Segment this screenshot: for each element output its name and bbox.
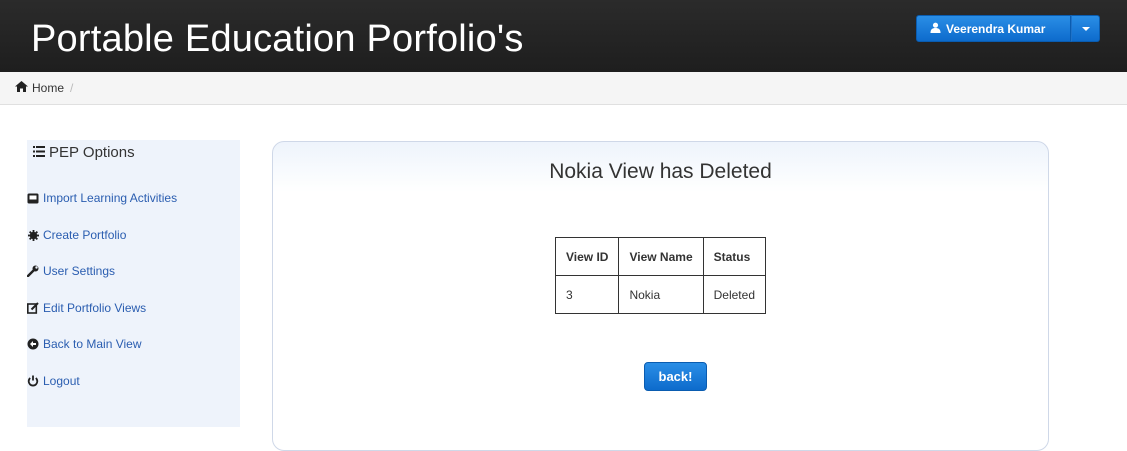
table-header-row: View ID View Name Status	[554, 237, 767, 276]
column-header-view-name: View Name	[618, 237, 704, 276]
table-row: 3 Nokia Deleted	[554, 275, 767, 314]
breadcrumb-home-label: Home	[32, 81, 65, 95]
sidebar-item-label: User Settings	[43, 264, 116, 278]
breadcrumb: Home /	[0, 72, 1127, 105]
sidebar-item-user-settings[interactable]: User Settings	[27, 264, 115, 278]
user-button[interactable]: Veerendra Kumar	[916, 15, 1071, 42]
user-dropdown-toggle[interactable]	[1071, 15, 1100, 42]
wrench-icon	[27, 265, 39, 277]
cell-status: Deleted	[702, 275, 767, 314]
arrow-circle-left-icon	[27, 338, 39, 350]
breadcrumb-home[interactable]: Home	[15, 81, 64, 95]
column-header-status: Status	[702, 237, 767, 276]
sidebar-item-back-to-main-view[interactable]: Back to Main View	[27, 337, 142, 351]
caret-down-icon	[1081, 26, 1090, 31]
back-button[interactable]: back!	[644, 362, 707, 391]
home-icon	[15, 81, 28, 95]
user-icon	[930, 22, 941, 36]
sidebar-item-import-learning-activities[interactable]: Import Learning Activities	[27, 191, 177, 205]
page-title: Nokia View has Deleted	[549, 160, 772, 183]
result-table: View ID View Name Status 3 Nokia Deleted	[554, 237, 767, 314]
sidebar-item-label: Logout	[43, 374, 80, 388]
brand-title[interactable]: Portable Education Porfolio's	[31, 17, 524, 61]
sidebar-item-logout[interactable]: Logout	[27, 374, 80, 388]
sidebar-item-label: Back to Main View	[43, 337, 142, 351]
list-icon	[33, 144, 45, 161]
sidebar-title-label: PEP Options	[49, 144, 135, 161]
sidebar-item-label: Edit Portfolio Views	[43, 301, 147, 315]
sidebar: PEP Options Import Learning Activities C…	[27, 140, 240, 427]
user-menu: Veerendra Kumar	[916, 15, 1100, 42]
sidebar-item-label: Create Portfolio	[43, 228, 127, 242]
hdd-icon	[27, 192, 39, 204]
top-navbar: Portable Education Porfolio's Veerendra …	[0, 0, 1127, 72]
power-icon	[27, 375, 39, 387]
sidebar-item-create-portfolio[interactable]: Create Portfolio	[27, 228, 126, 242]
edit-icon	[27, 302, 39, 314]
sidebar-item-label: Import Learning Activities	[43, 191, 178, 205]
cell-view-id: 3	[554, 275, 620, 314]
gear-icon	[27, 229, 39, 241]
column-header-view-id: View ID	[554, 237, 620, 276]
breadcrumb-separator: /	[70, 81, 74, 95]
sidebar-title: PEP Options	[33, 144, 135, 161]
sidebar-item-edit-portfolio-views[interactable]: Edit Portfolio Views	[27, 301, 146, 315]
result-panel: Nokia View has Deleted View ID View Name…	[272, 141, 1049, 451]
cell-view-name: Nokia	[618, 275, 704, 314]
user-name: Veerendra Kumar	[946, 21, 1046, 36]
